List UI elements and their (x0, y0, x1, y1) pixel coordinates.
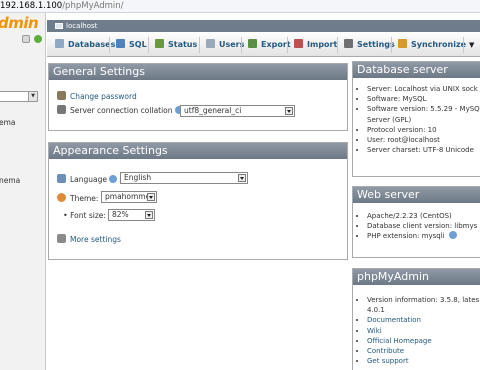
databases-icon (55, 39, 64, 48)
chevron-down-icon (147, 193, 155, 201)
wrench-icon (57, 234, 66, 243)
nav-item-fragment[interactable]: ema (0, 118, 16, 127)
list-item: Software: MySQL (367, 94, 480, 104)
documentation-link[interactable]: Documentation (367, 315, 480, 325)
list-item: Software version: 5.5.29 - MySQ Server (… (367, 104, 480, 124)
appearance-settings-panel: Appearance Settings Language: English Th… (48, 142, 348, 260)
left-navigation: dmin ▼ ema nema (0, 13, 46, 370)
more-tabs-dropdown[interactable]: ▼ (469, 39, 474, 51)
general-settings-title: General Settings (49, 64, 347, 80)
tab-import[interactable]: Import (294, 39, 337, 51)
chevron-down-icon (285, 107, 293, 115)
version-info: Version information: 3.5.8, lates 4.0.1 (367, 295, 480, 315)
reload-icon[interactable] (22, 35, 30, 43)
tab-synchronize[interactable]: Synchronize (398, 39, 466, 51)
tab-status[interactable]: Status (155, 39, 197, 51)
nav-item-fragment[interactable]: nema (0, 176, 20, 185)
address-host: 192.168.1.100 (0, 1, 63, 11)
font-size-row: • Font size: (63, 211, 106, 221)
font-size-label: Font size: (70, 211, 106, 220)
web-server-title: Web server (353, 187, 480, 203)
sql-icon (116, 39, 125, 48)
language-icon (57, 174, 66, 183)
settings-icon[interactable] (34, 35, 42, 43)
chevron-down-icon: ▼ (469, 41, 475, 49)
bullet-icon: • (63, 211, 68, 220)
change-password-link[interactable]: Change password (57, 91, 137, 102)
wrench-icon (344, 39, 353, 48)
language-label: Language (70, 175, 108, 184)
list-item: Protocol version: 10 (367, 125, 480, 135)
font-size-select[interactable]: 82% (108, 209, 155, 221)
collation-icon (57, 105, 66, 114)
contribute-link[interactable]: Contribute (367, 346, 480, 356)
more-settings-link[interactable]: More settings (57, 234, 121, 245)
language-select[interactable]: English (120, 172, 248, 184)
theme-row: Theme: (57, 193, 98, 204)
help-icon[interactable] (448, 231, 457, 240)
appearance-settings-title: Appearance Settings (49, 143, 347, 159)
import-icon (294, 39, 303, 48)
general-settings-panel: General Settings Change password Server … (48, 63, 348, 131)
chevron-down-icon: ▼ (28, 92, 37, 101)
chevron-down-icon (145, 211, 153, 219)
tab-settings[interactable]: Settings (344, 39, 395, 51)
database-server-panel: Database server Server: Localhost via UN… (352, 61, 480, 177)
users-icon (206, 39, 215, 48)
server-breadcrumb[interactable]: localhost (47, 20, 480, 32)
list-item: Apache/2.2.23 (CentOS) (367, 211, 477, 221)
database-server-title: Database server (353, 62, 480, 78)
theme-label: Theme: (70, 194, 99, 203)
phpmyadmin-logo[interactable]: dmin (0, 14, 39, 32)
server-icon (55, 23, 63, 29)
key-icon (57, 91, 66, 100)
list-item: User: root@localhost (367, 135, 480, 145)
collation-label: Server connection collation (70, 106, 173, 115)
main-tabs: Databases SQL Status Users Export Import… (47, 33, 480, 57)
export-icon (248, 39, 257, 48)
tab-users[interactable]: Users (206, 39, 244, 51)
address-path: /phpMyAdmin/ (62, 1, 124, 11)
help-icon[interactable] (109, 175, 118, 183)
language-row: Language: (57, 174, 122, 185)
status-icon (155, 39, 164, 48)
wiki-link[interactable]: Wiki (367, 326, 480, 336)
collation-select[interactable]: utf8_general_ci (180, 105, 295, 117)
server-name: localhost (66, 22, 98, 30)
phpmyadmin-panel: phpMyAdmin Version information: 3.5.8, l… (352, 268, 480, 370)
web-server-panel: Web server Apache/2.2.23 (CentOS) Databa… (352, 186, 480, 258)
collation-row: Server connection collation: (57, 105, 187, 116)
list-item: PHP extension: mysqli (367, 231, 477, 241)
list-item: Server: Localhost via UNIX sock (367, 84, 480, 94)
list-item: Server charset: UTF-8 Unicode (367, 145, 480, 155)
get-support-link[interactable]: Get support (367, 356, 480, 366)
address-bar[interactable]: 192.168.1.100/phpMyAdmin/ (0, 0, 480, 13)
theme-select[interactable]: pmahomme (101, 191, 157, 203)
phpmyadmin-title: phpMyAdmin (353, 269, 480, 285)
database-select[interactable]: ▼ (0, 91, 38, 102)
theme-icon (57, 193, 66, 202)
chevron-down-icon (238, 174, 246, 182)
tab-export[interactable]: Export (248, 39, 291, 51)
official-homepage-link[interactable]: Official Homepage (367, 336, 480, 346)
tab-databases[interactable]: Databases (55, 39, 115, 51)
tab-sql[interactable]: SQL (116, 39, 147, 51)
synchronize-icon (398, 39, 407, 48)
list-item: Database client version: libmys (367, 221, 477, 231)
